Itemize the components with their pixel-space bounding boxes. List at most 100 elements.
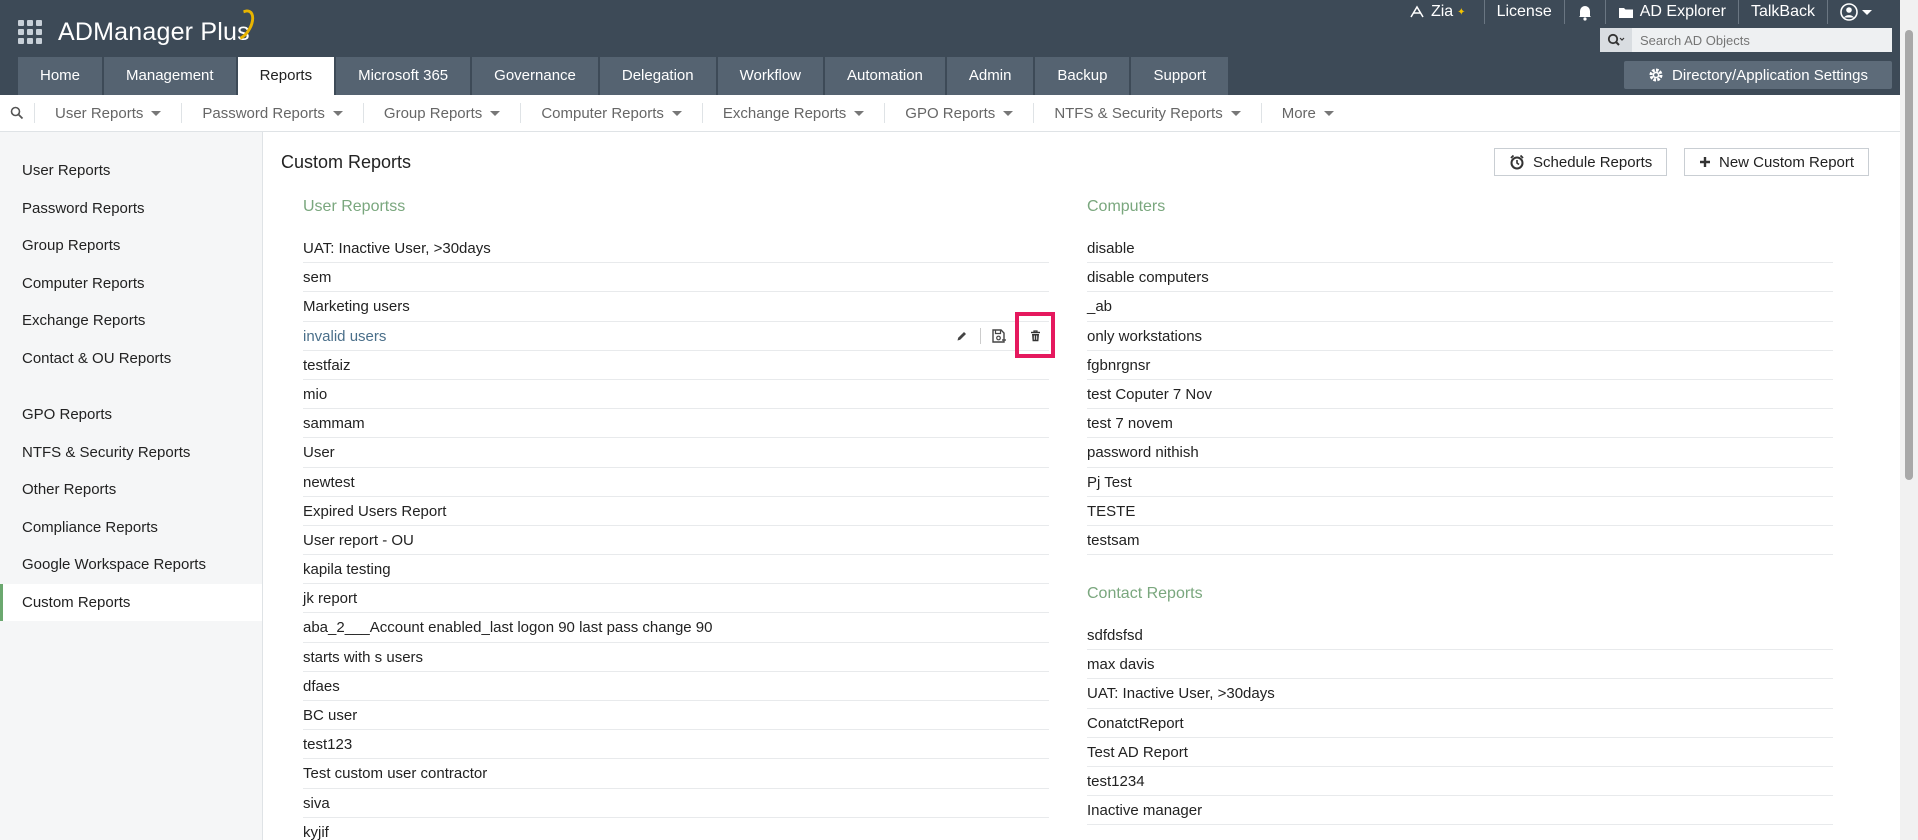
tab-workflow[interactable]: Workflow [717, 57, 823, 95]
list-item[interactable]: disable [1087, 234, 1833, 264]
list-item[interactable]: password nithish [1087, 438, 1833, 468]
list-item[interactable]: aba_2___Account enabled_last logon 90 la… [303, 613, 1049, 643]
ad-explorer-link[interactable]: AD Explorer [1606, 0, 1739, 24]
subnav-more[interactable]: More [1260, 103, 1354, 123]
list-item[interactable]: User report - OU [303, 526, 1049, 556]
new-custom-report-button[interactable]: New Custom Report [1684, 148, 1870, 176]
notifications-button[interactable] [1565, 0, 1606, 24]
list-item[interactable]: Test AD Report [1087, 738, 1833, 767]
sidebar-item-contact-ou-reports[interactable]: Contact & OU Reports [0, 340, 262, 378]
list-item[interactable]: disable computers [1087, 263, 1833, 293]
directory-settings-label: Directory/Application Settings [1672, 66, 1868, 84]
list-item[interactable]: TESTE [1087, 497, 1833, 526]
list-item[interactable]: kapila testing [303, 555, 1049, 585]
talkback-link[interactable]: TalkBack [1739, 0, 1828, 24]
chevron-down-icon [1323, 110, 1334, 116]
sidebar-item-gpo-reports[interactable]: GPO Reports [0, 396, 262, 434]
schedule-reports-button[interactable]: Schedule Reports [1494, 148, 1668, 176]
tab-support[interactable]: Support [1131, 57, 1229, 95]
schedule-reports-label: Schedule Reports [1533, 153, 1653, 171]
page-scrollbar[interactable] [1900, 0, 1918, 840]
list-item[interactable]: siva [303, 789, 1049, 818]
tab-governance[interactable]: Governance [472, 57, 598, 95]
list-item[interactable]: UAT: Inactive User, >30days [303, 234, 1049, 264]
list-item[interactable]: BC user [303, 701, 1049, 731]
tab-admin[interactable]: Admin [946, 57, 1034, 95]
delete-button[interactable] [1015, 311, 1055, 358]
subnav-password-reports[interactable]: Password Reports [181, 103, 363, 123]
edit-button[interactable] [948, 322, 976, 351]
list-item[interactable]: fgbnrgnsr [1087, 351, 1833, 380]
list-item[interactable]: dfaes [303, 672, 1049, 701]
scrollbar-thumb[interactable] [1905, 30, 1913, 480]
list-item[interactable]: testfaiz [303, 351, 1049, 380]
sidebar-item-user-reports[interactable]: User Reports [0, 152, 262, 190]
list-item[interactable]: mio [303, 380, 1049, 410]
plus-icon [1699, 156, 1711, 168]
list-item[interactable]: Pj Test [1087, 468, 1833, 497]
directory-settings-button[interactable]: Directory/Application Settings [1624, 61, 1892, 89]
license-label: License [1496, 3, 1552, 20]
list-item[interactable]: sem [303, 263, 1049, 293]
user-reports-section: User Reportss UAT: Inactive User, >30day… [303, 192, 1055, 840]
list-item[interactable]: test123 [303, 730, 1049, 760]
list-item[interactable]: max davis [1087, 650, 1833, 680]
list-item[interactable]: Test custom user contractor [303, 759, 1049, 789]
ad-explorer-label: AD Explorer [1639, 3, 1726, 20]
subnav-gpo-reports[interactable]: GPO Reports [884, 103, 1033, 123]
list-item[interactable]: _ab [1087, 292, 1833, 322]
list-item[interactable]: newtest [303, 468, 1049, 497]
gear-icon [1648, 67, 1664, 83]
user-menu[interactable] [1828, 0, 1872, 24]
chevron-down-icon [1862, 9, 1872, 15]
save-as-button[interactable] [985, 322, 1013, 351]
sidebar-item-google-workspace-reports[interactable]: Google Workspace Reports [0, 546, 262, 584]
sidebar-item-password-reports[interactable]: Password Reports [0, 190, 262, 228]
tab-home[interactable]: Home [18, 57, 103, 95]
list-item[interactable]: test 7 novem [1087, 409, 1833, 439]
sidebar-item-other-reports[interactable]: Other Reports [0, 471, 262, 509]
tab-reports[interactable]: Reports [237, 57, 335, 95]
section-title-contact-reports: Contact Reports [1087, 585, 1203, 603]
sidebar-item-compliance-reports[interactable]: Compliance Reports [0, 509, 262, 547]
subnav-group-reports[interactable]: Group Reports [362, 103, 520, 123]
section-title-user-reports: User Reportss [303, 198, 406, 215]
tab-microsoft-365[interactable]: Microsoft 365 [336, 57, 471, 95]
subnav-user-reports[interactable]: User Reports [34, 103, 181, 123]
tab-delegation[interactable]: Delegation [599, 57, 716, 95]
tab-backup[interactable]: Backup [1035, 57, 1130, 95]
list-item[interactable]: Inactive manager [1087, 796, 1833, 826]
list-item[interactable]: only workstations [1087, 322, 1833, 351]
subnav-search-button[interactable] [0, 106, 34, 120]
search-options-button[interactable] [1600, 28, 1632, 52]
sidebar-item-ntfs-security-reports[interactable]: NTFS & Security Reports [0, 434, 262, 472]
list-item[interactable]: Marketing users [303, 292, 1049, 322]
list-item[interactable]: test1234 [1087, 767, 1833, 797]
list-item[interactable]: jk report [303, 584, 1049, 614]
list-item[interactable]: sdfdsfsd [1087, 621, 1833, 651]
list-item[interactable]: UAT: Inactive User, >30days [1087, 679, 1833, 709]
sidebar-item-computer-reports[interactable]: Computer Reports [0, 265, 262, 303]
list-item[interactable]: testsam [1087, 526, 1833, 556]
sidebar-item-custom-reports[interactable]: Custom Reports [0, 583, 262, 621]
list-item[interactable]: User [303, 438, 1049, 468]
tab-management[interactable]: Management [104, 57, 236, 95]
app-grid-icon[interactable] [18, 20, 42, 44]
sidebar-item-exchange-reports[interactable]: Exchange Reports [0, 302, 262, 340]
list-item-hovered[interactable]: invalid users [303, 311, 1055, 358]
subnav-computer-reports[interactable]: Computer Reports [520, 103, 702, 123]
subnav-ntfs-security-reports[interactable]: NTFS & Security Reports [1033, 103, 1260, 123]
list-item[interactable]: sammam [303, 409, 1049, 439]
list-item[interactable]: starts with s users [303, 643, 1049, 672]
subnav-exchange-reports[interactable]: Exchange Reports [701, 103, 884, 123]
list-item[interactable]: test Coputer 7 Nov [1087, 380, 1833, 410]
search-input[interactable] [1632, 28, 1892, 52]
license-link[interactable]: License [1485, 0, 1565, 24]
zia-link[interactable]: Zia ✦ [1397, 0, 1485, 24]
subnav-label: User Reports [55, 104, 144, 122]
list-item[interactable]: kyjif [303, 818, 1049, 840]
list-item[interactable]: ConatctReport [1087, 709, 1833, 738]
sidebar-item-group-reports[interactable]: Group Reports [0, 227, 262, 265]
list-item[interactable]: Expired Users Report [303, 497, 1049, 526]
tab-automation[interactable]: Automation [825, 57, 945, 95]
